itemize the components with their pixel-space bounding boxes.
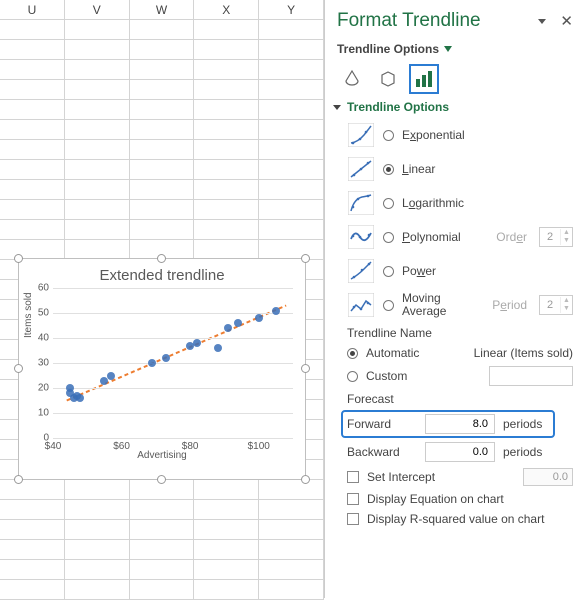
set-intercept-row[interactable]: Set Intercept xyxy=(347,468,573,486)
option-moving-average[interactable]: MovingAverage Period ▲▼ xyxy=(347,290,573,320)
periods-label: periods xyxy=(503,445,542,459)
forecast-header: Forecast xyxy=(347,392,573,406)
chart-title[interactable]: Extended trendline xyxy=(19,259,305,288)
option-polynomial[interactable]: Polynomial Order ▲▼ xyxy=(347,222,573,252)
col-header[interactable]: Y xyxy=(259,0,324,19)
order-label: Order xyxy=(496,230,527,244)
pane-title: Format Trendline xyxy=(337,10,481,32)
resize-handle[interactable] xyxy=(301,254,310,263)
col-header[interactable]: U xyxy=(0,0,65,19)
radio[interactable] xyxy=(347,371,358,382)
radio[interactable] xyxy=(383,130,394,141)
auto-name-value: Linear (Items sold) xyxy=(474,346,573,360)
period-label: Period xyxy=(492,298,527,312)
periods-label: periods xyxy=(503,417,542,431)
collapse-icon[interactable] xyxy=(333,105,341,110)
section-title[interactable]: Trendline Options xyxy=(347,100,449,114)
column-headers: U V W X Y xyxy=(0,0,324,20)
resize-handle[interactable] xyxy=(157,254,166,263)
period-spinner: ▲▼ xyxy=(539,295,573,315)
polynomial-icon xyxy=(347,224,375,250)
radio[interactable] xyxy=(383,232,394,243)
display-equation-row[interactable]: Display Equation on chart xyxy=(347,492,573,506)
checkbox[interactable] xyxy=(347,513,359,525)
resize-handle[interactable] xyxy=(157,475,166,484)
option-power[interactable]: Power xyxy=(347,256,573,286)
display-r2-row[interactable]: Display R-squared value on chart xyxy=(347,512,573,526)
name-automatic[interactable]: Automatic Linear (Items sold) xyxy=(347,346,573,360)
resize-handle[interactable] xyxy=(14,475,23,484)
option-exponential[interactable]: Exponential xyxy=(347,120,573,150)
custom-name-input[interactable] xyxy=(489,366,573,386)
close-icon[interactable]: ✕ xyxy=(560,12,573,30)
radio[interactable] xyxy=(383,266,394,277)
col-header[interactable]: X xyxy=(194,0,259,19)
resize-handle[interactable] xyxy=(301,364,310,373)
resize-handle[interactable] xyxy=(14,254,23,263)
embedded-chart[interactable]: Extended trendline Items sold 0102030405… xyxy=(18,258,306,480)
radio[interactable] xyxy=(383,198,394,209)
trendline-options-tab[interactable] xyxy=(411,66,437,92)
col-header[interactable]: W xyxy=(130,0,195,19)
radio[interactable] xyxy=(383,300,394,311)
linear-icon xyxy=(347,156,375,182)
forecast-backward-row: Backward periods xyxy=(347,442,573,462)
fill-line-tab[interactable] xyxy=(339,66,365,92)
checkbox[interactable] xyxy=(347,471,359,483)
trendline-name-header: Trendline Name xyxy=(347,326,573,340)
forward-input[interactable] xyxy=(425,414,495,434)
radio[interactable] xyxy=(383,164,394,175)
resize-handle[interactable] xyxy=(14,364,23,373)
col-header[interactable]: V xyxy=(65,0,130,19)
effects-tab[interactable] xyxy=(375,66,401,92)
exponential-icon xyxy=(347,122,375,148)
order-spinner: ▲▼ xyxy=(539,227,573,247)
power-icon xyxy=(347,258,375,284)
logarithmic-icon xyxy=(347,190,375,216)
radio[interactable] xyxy=(347,348,358,359)
spreadsheet-grid[interactable]: U V W X Y Extended trendline Items sold … xyxy=(0,0,325,598)
checkbox[interactable] xyxy=(347,493,359,505)
plot-area[interactable]: Items sold 0102030405060$40$60$80$100 xyxy=(53,288,293,438)
intercept-input xyxy=(523,468,573,486)
options-subtitle[interactable]: Trendline Options xyxy=(337,42,439,56)
moving-average-icon xyxy=(347,292,375,318)
resize-handle[interactable] xyxy=(301,475,310,484)
option-linear[interactable]: Linear xyxy=(347,154,573,184)
option-logarithmic[interactable]: Logarithmic xyxy=(347,188,573,218)
name-custom[interactable]: Custom xyxy=(347,366,573,386)
backward-input[interactable] xyxy=(425,442,495,462)
format-trendline-pane: Format Trendline ✕ Trendline Options Tre… xyxy=(325,0,585,598)
pane-menu-icon[interactable] xyxy=(538,19,546,24)
dropdown-icon[interactable] xyxy=(444,46,452,52)
forecast-forward-row: Forward periods xyxy=(343,412,553,436)
